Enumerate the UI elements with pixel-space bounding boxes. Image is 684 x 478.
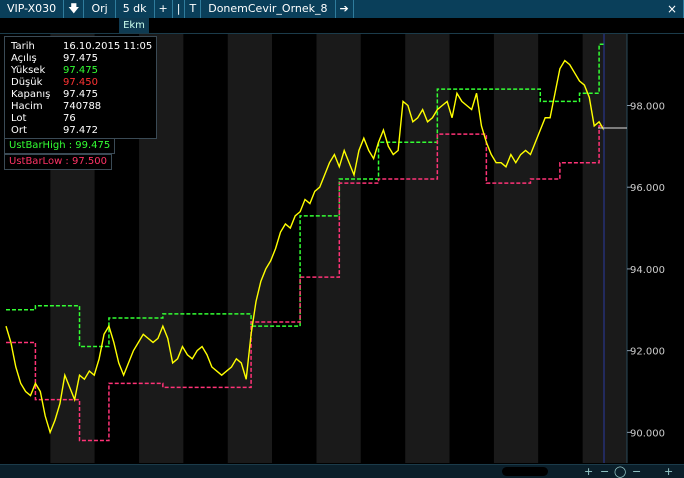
background-band xyxy=(405,34,450,463)
add-indicator-button[interactable]: + xyxy=(155,0,173,18)
info-row-yuksek: Yüksek 97.475 xyxy=(11,65,98,76)
info-row-kapanis: Kapanış 97.475 xyxy=(11,89,98,100)
info-row-acilis: Açılış 97.475 xyxy=(11,53,98,64)
symbol-selector[interactable]: VIP-X030 xyxy=(0,0,65,18)
mode-selector[interactable]: Orj xyxy=(84,0,116,18)
info-row-ort: Ort 97.472 xyxy=(11,125,98,136)
bar-info-box: Tarih 16.10.2015 11:05 Açılış 97.475 Yükse… xyxy=(4,36,157,139)
y-tick-label: 90.000 xyxy=(630,428,665,439)
panel-tabbar: Ekm xyxy=(0,18,684,34)
info-row-dusuk: Düşük 97.450 xyxy=(11,77,98,88)
cursor-tool-button[interactable]: | xyxy=(173,0,186,18)
background-band xyxy=(360,34,406,463)
zoom-out-button[interactable]: − xyxy=(600,465,609,478)
horizontal-scrollbar[interactable]: + − ◯ − + xyxy=(0,464,684,478)
y-tick-label: 94.000 xyxy=(630,265,665,276)
legend-ustbarlow: UstBarLow : 97.500 xyxy=(4,154,112,170)
template-selector[interactable]: DonemCevir_Ornek_8 xyxy=(201,0,336,18)
background-band xyxy=(183,34,228,463)
info-row-tarih: Tarih 16.10.2015 11:05 xyxy=(11,41,153,52)
background-band xyxy=(272,34,317,463)
background-band xyxy=(493,34,539,463)
text-tool-button[interactable]: T xyxy=(185,0,202,18)
tab-ekm[interactable]: Ekm xyxy=(119,18,149,33)
y-tick-label: 98.000 xyxy=(630,102,665,113)
zoom-in-button[interactable]: + xyxy=(584,465,593,478)
background-band xyxy=(227,34,273,463)
info-row-lot: Lot 76 xyxy=(11,113,76,124)
arrow-right-icon[interactable]: ➔ xyxy=(336,0,354,18)
info-row-hacim: Hacim 740788 xyxy=(11,101,102,112)
zoom-out-button-2[interactable]: − xyxy=(632,465,641,478)
period-selector[interactable]: 5 dk xyxy=(116,0,155,18)
zoom-in-button-2[interactable]: + xyxy=(664,465,673,478)
download-arrow-icon[interactable]: 🡇 xyxy=(64,0,85,18)
chart-toolbar: VIP-X030 🡇 Orj 5 dk + | T DonemCevir_Orn… xyxy=(0,0,684,19)
reset-zoom-icon[interactable]: ◯ xyxy=(614,465,626,478)
scroll-thumb[interactable] xyxy=(502,467,548,476)
legend-ustbarhigh: UstBarHigh : 99.475 xyxy=(4,138,116,154)
close-icon[interactable]: × xyxy=(661,0,684,18)
y-tick-label: 92.000 xyxy=(630,347,665,358)
background-band xyxy=(538,34,583,463)
y-tick-label: 96.000 xyxy=(630,183,665,194)
